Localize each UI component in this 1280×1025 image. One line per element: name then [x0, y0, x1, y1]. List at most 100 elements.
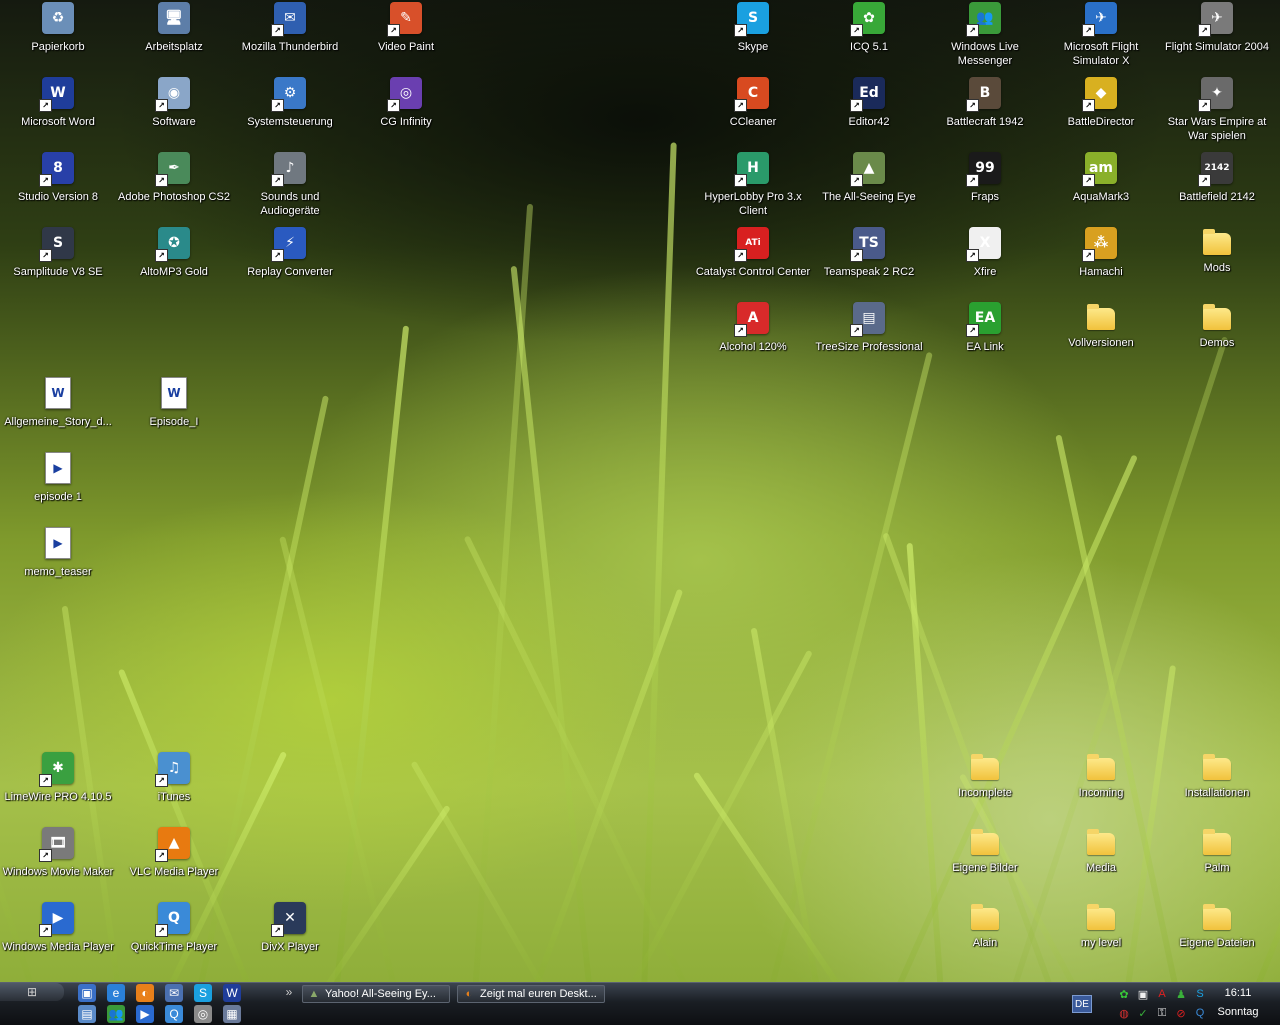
- desktop-icon[interactable]: 👥 ↗ Windows Live Messenger: [927, 0, 1043, 70]
- desktop-icon[interactable]: Ed ↗ Editor42: [811, 75, 927, 145]
- desktop-icon[interactable]: 🖥 Arbeitsplatz: [116, 0, 232, 70]
- desktop-icon-label: Microsoft Word: [21, 116, 95, 128]
- desktop-icon[interactable]: 99 ↗ Fraps: [927, 150, 1043, 220]
- desktop-icon[interactable]: W ↗ Microsoft Word: [0, 75, 116, 145]
- show-desktop-icon[interactable]: ▣: [78, 984, 96, 1002]
- desktop[interactable]: ♻ Papierkorb 🖥 Arbeitsplatz ✉ ↗ Mozilla Thunde…: [0, 0, 1280, 982]
- explorer-icon[interactable]: ▤: [78, 1005, 96, 1023]
- messenger-icon: 👥 ↗: [966, 2, 1001, 37]
- desktop-icon[interactable]: Incomplete: [927, 750, 1043, 820]
- skype-icon[interactable]: S: [194, 984, 212, 1002]
- ati-icon: ATi ↗: [734, 227, 769, 262]
- start-button[interactable]: ⊞: [0, 983, 64, 1001]
- desktop-icon[interactable]: S ↗ Samplitude V8 SE: [0, 225, 116, 295]
- calculator-icon[interactable]: ▦: [223, 1005, 241, 1023]
- desktop-icon[interactable]: am ↗ AquaMark3: [1043, 150, 1159, 220]
- word-icon[interactable]: W: [223, 984, 241, 1002]
- desktop-icon[interactable]: ✪ ↗ AltoMP3 Gold: [116, 225, 232, 295]
- shortcut-arrow-icon: ↗: [387, 99, 400, 112]
- desktop-icon[interactable]: ▶ episode 1: [0, 450, 116, 520]
- desktop-icon-label: Microsoft Flight Simulator X: [1063, 41, 1139, 67]
- desktop-icon[interactable]: 2142 ↗ Battlefield 2142: [1159, 150, 1275, 220]
- desktop-icon[interactable]: Eigene Dateien: [1159, 900, 1275, 970]
- desktop-icon[interactable]: Vollversionen: [1043, 300, 1159, 370]
- desktop-icon[interactable]: ▤ ↗ TreeSize Professional: [811, 300, 927, 370]
- task-button[interactable]: ▲ Yahoo! All-Seeing Ey...: [302, 985, 450, 1003]
- limewire-icon: ✱ ↗: [39, 752, 74, 787]
- quick-launch-chevron-icon[interactable]: »: [280, 983, 298, 1001]
- desktop-icon[interactable]: ⁂ ↗ Hamachi: [1043, 225, 1159, 295]
- thunderbird-icon[interactable]: ✉: [165, 984, 183, 1002]
- desktop-icon[interactable]: 8 ↗ Studio Version 8: [0, 150, 116, 220]
- desktop-icon[interactable]: A ↗ Alcohol 120%: [695, 300, 811, 370]
- clock-time[interactable]: 16:11: [1210, 987, 1266, 999]
- desktop-icon[interactable]: W Allgemeine_Story_d...: [0, 375, 116, 445]
- internet-explorer-icon[interactable]: e: [107, 984, 125, 1002]
- update-tray-icon[interactable]: ✓: [1135, 1005, 1151, 1021]
- desktop-icon[interactable]: Alain: [927, 900, 1043, 970]
- desktop-icon-label: VLC Media Player: [129, 866, 219, 878]
- desktop-icon[interactable]: Eigene Bilder: [927, 825, 1043, 895]
- desktop-icon[interactable]: ATi ↗ Catalyst Control Center: [695, 225, 811, 295]
- desktop-icon[interactable]: Demos: [1159, 300, 1275, 370]
- desktop-icon[interactable]: Incoming: [1043, 750, 1159, 820]
- desktop-icon[interactable]: 🎞 ↗ Windows Movie Maker: [0, 825, 116, 895]
- desktop-icon[interactable]: ✈ ↗ Microsoft Flight Simulator X: [1043, 0, 1159, 70]
- shortcut-arrow-icon: ↗: [1082, 249, 1095, 262]
- quicktime-icon[interactable]: Q: [165, 1005, 183, 1023]
- desktop-icon[interactable]: ▶ memo_teaser: [0, 525, 116, 595]
- desktop-icon[interactable]: my level: [1043, 900, 1159, 970]
- desktop-icon[interactable]: ◆ ↗ BattleDirector: [1043, 75, 1159, 145]
- desktop-icon[interactable]: ⚡ ↗ Replay Converter: [232, 225, 348, 295]
- desktop-icon[interactable]: ✦ ↗ Star Wars Empire at War spielen: [1159, 75, 1275, 145]
- messenger-icon[interactable]: 👥: [107, 1005, 125, 1023]
- desktop-icon[interactable]: ✿ ↗ ICQ 5.1: [811, 0, 927, 70]
- desktop-icon[interactable]: EA ↗ EA Link: [927, 300, 1043, 370]
- security-tray-icon[interactable]: ⚿: [1154, 1005, 1170, 1021]
- desktop-icon[interactable]: ⚙ ↗ Systemsteuerung: [232, 75, 348, 145]
- desktop-icon[interactable]: W Episode_I: [116, 375, 232, 445]
- desktop-icon[interactable]: ✕ ↗ DivX Player: [232, 900, 348, 970]
- desktop-icon[interactable]: H ↗ HyperLobby Pro 3.x Client: [695, 150, 811, 220]
- antivirus-tray-icon[interactable]: ◍: [1116, 1005, 1132, 1021]
- messenger-tray-icon[interactable]: ♟: [1173, 986, 1189, 1002]
- desktop-icon[interactable]: ♻ Papierkorb: [0, 0, 116, 70]
- desktop-icon[interactable]: B ↗ Battlecraft 1942: [927, 75, 1043, 145]
- desktop-icon[interactable]: ◎ ↗ CG Infinity: [348, 75, 464, 145]
- desktop-icon[interactable]: X ↗ Xfire: [927, 225, 1043, 295]
- task-button[interactable]: ◐ Zeigt mal euren Deskt...: [457, 985, 605, 1003]
- ati-tray-icon[interactable]: A: [1154, 986, 1170, 1002]
- desktop-icon[interactable]: Media: [1043, 825, 1159, 895]
- desktop-icon[interactable]: ✈ ↗ Flight Simulator 2004: [1159, 0, 1275, 70]
- icq-tray-icon[interactable]: ✿: [1116, 986, 1132, 1002]
- desktop-icon[interactable]: ▲ ↗ The All-Seeing Eye: [811, 150, 927, 220]
- desktop-icon[interactable]: ♫ ↗ iTunes: [116, 750, 232, 820]
- shortcut-arrow-icon: ↗: [1082, 174, 1095, 187]
- network-tray-icon[interactable]: ▣: [1135, 986, 1151, 1002]
- desktop-icon[interactable]: C ↗ CCleaner: [695, 75, 811, 145]
- desktop-icon[interactable]: ♪ ↗ Sounds und Audiogeräte: [232, 150, 348, 220]
- desktop-icon[interactable]: Mods: [1159, 225, 1275, 295]
- alcohol-tray-icon[interactable]: ⊘: [1173, 1005, 1189, 1021]
- skype-tray-icon[interactable]: S: [1192, 986, 1208, 1002]
- desktop-icon[interactable]: Installationen: [1159, 750, 1275, 820]
- desktop-icon[interactable]: ▶ ↗ Windows Media Player: [0, 900, 116, 970]
- desktop-icon[interactable]: ✉ ↗ Mozilla Thunderbird: [232, 0, 348, 70]
- desktop-icon[interactable]: ✎ ↗ Video Paint: [348, 0, 464, 70]
- shortcut-arrow-icon: ↗: [39, 99, 52, 112]
- desktop-icon[interactable]: S ↗ Skype: [695, 0, 811, 70]
- media-player-icon[interactable]: ▶: [136, 1005, 154, 1023]
- firefox-icon[interactable]: ◐: [136, 984, 154, 1002]
- desktop-icon[interactable]: Palm: [1159, 825, 1275, 895]
- search-icon[interactable]: ◎: [194, 1005, 212, 1023]
- desktop-icon[interactable]: TS ↗ Teamspeak 2 RC2: [811, 225, 927, 295]
- desktop-icon-label: episode 1: [34, 491, 82, 503]
- desktop-icon[interactable]: ◉ ↗ Software: [116, 75, 232, 145]
- desktop-icon-label: HyperLobby Pro 3.x Client: [704, 191, 802, 217]
- desktop-icon[interactable]: Q ↗ QuickTime Player: [116, 900, 232, 970]
- desktop-icon[interactable]: ✒ ↗ Adobe Photoshop CS2: [116, 150, 232, 220]
- desktop-icon[interactable]: ▲ ↗ VLC Media Player: [116, 825, 232, 895]
- language-indicator[interactable]: DE: [1072, 995, 1092, 1013]
- desktop-icon[interactable]: ✱ ↗ LimeWire PRO 4.10.5: [0, 750, 116, 820]
- quicktime-tray-icon[interactable]: Q: [1192, 1005, 1208, 1021]
